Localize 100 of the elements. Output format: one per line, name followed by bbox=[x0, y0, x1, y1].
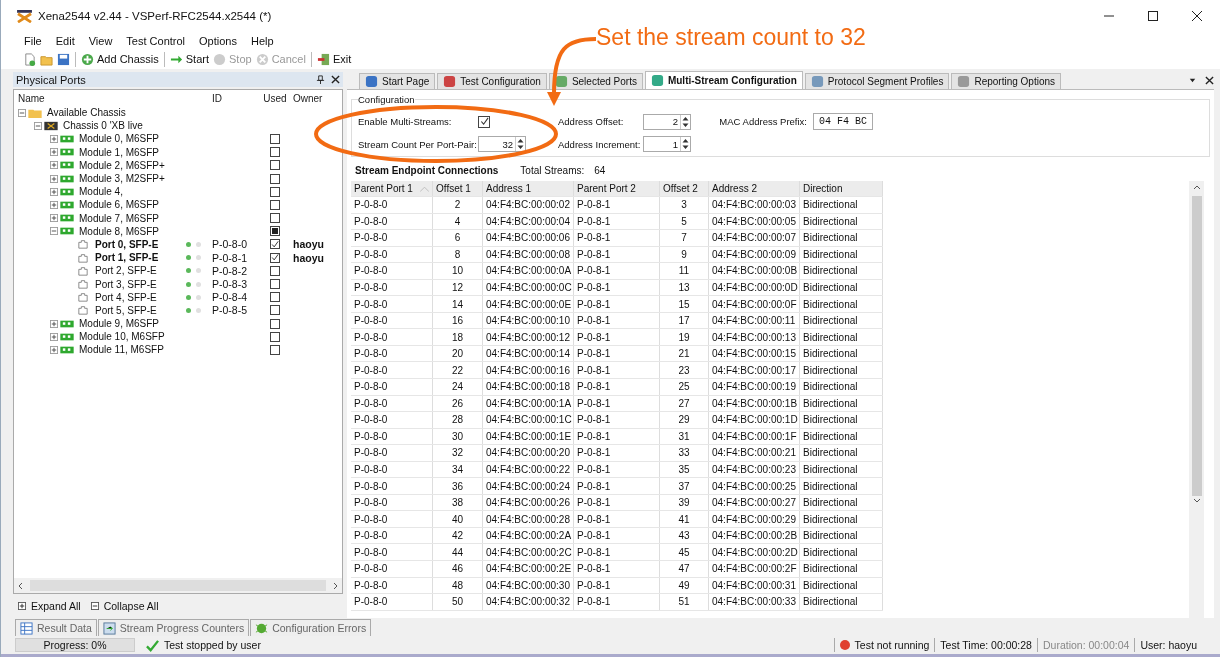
tree-item[interactable]: Port 3, SFP-E bbox=[95, 278, 157, 290]
expand-icon[interactable] bbox=[50, 161, 58, 170]
expand-icon[interactable] bbox=[50, 134, 58, 143]
tree-item[interactable]: Module 1, M6SFP bbox=[79, 146, 160, 158]
menu-item[interactable]: Test Control bbox=[126, 34, 186, 47]
spin-arrows-icon[interactable] bbox=[515, 137, 525, 151]
used-checkbox[interactable] bbox=[270, 305, 280, 316]
column-header[interactable]: Used bbox=[260, 92, 290, 104]
expand-icon[interactable] bbox=[50, 319, 58, 328]
collapse-icon[interactable] bbox=[18, 108, 26, 117]
expand-icon[interactable] bbox=[50, 214, 58, 223]
used-checkbox[interactable] bbox=[270, 344, 280, 355]
spin-arrows-icon[interactable] bbox=[680, 114, 690, 129]
used-checkbox[interactable] bbox=[270, 133, 280, 144]
column-header[interactable]: Parent Port 2 bbox=[574, 181, 660, 196]
tree-item[interactable]: Module 11, M6SFP bbox=[79, 344, 164, 356]
column-header[interactable]: Address 2 bbox=[709, 181, 800, 196]
expand-icon[interactable] bbox=[50, 148, 58, 157]
spin-field[interactable]: 32 bbox=[478, 136, 526, 152]
tab[interactable]: Reporting Options bbox=[951, 73, 1062, 89]
used-checkbox[interactable] bbox=[270, 318, 280, 329]
column-header[interactable]: Offset 2 bbox=[660, 181, 709, 196]
spin-arrows-icon[interactable] bbox=[680, 137, 690, 151]
menu-item[interactable]: Edit bbox=[55, 34, 75, 47]
column-header[interactable]: Address 1 bbox=[483, 181, 574, 196]
tree-item[interactable]: Module 0, M6SFP bbox=[79, 133, 160, 145]
toolbar-button[interactable]: Exit bbox=[316, 52, 352, 66]
tree-item[interactable]: Port 5, SFP-E bbox=[95, 304, 157, 316]
pin-icon[interactable] bbox=[316, 75, 325, 84]
dropdown-icon[interactable] bbox=[1188, 76, 1197, 85]
tab[interactable]: Result Data bbox=[15, 619, 97, 636]
tab[interactable]: Protocol Segment Profiles bbox=[804, 73, 950, 89]
tab[interactable]: Selected Ports bbox=[548, 73, 643, 89]
enable-checkbox[interactable] bbox=[478, 115, 490, 128]
horizontal-scrollbar[interactable] bbox=[14, 578, 342, 593]
expand-icon[interactable] bbox=[50, 332, 58, 341]
tree-item[interactable]: Module 9, M6SFP bbox=[79, 318, 160, 330]
tab[interactable]: Test Configuration bbox=[437, 73, 547, 89]
menu-item[interactable]: Options bbox=[199, 34, 237, 47]
tab[interactable]: Stream Progress Counters bbox=[97, 619, 250, 636]
tree-item[interactable]: Port 0, SFP-E bbox=[95, 238, 159, 250]
menu-item[interactable]: View bbox=[88, 34, 113, 47]
tree-item[interactable]: Module 7, M6SFP bbox=[79, 212, 160, 224]
tree-item[interactable]: Module 10, M6SFP bbox=[79, 331, 165, 343]
close-icon[interactable] bbox=[1205, 76, 1214, 85]
used-checkbox[interactable] bbox=[270, 226, 280, 237]
column-header[interactable]: Name bbox=[14, 92, 180, 104]
menu-item[interactable]: Help bbox=[251, 34, 274, 47]
column-header[interactable]: ID bbox=[210, 92, 260, 104]
toolbar-button[interactable]: Start bbox=[169, 52, 209, 66]
used-checkbox[interactable] bbox=[270, 252, 280, 263]
scroll-up-icon[interactable] bbox=[1192, 184, 1201, 192]
expand-icon[interactable] bbox=[50, 174, 58, 183]
mac-prefix-field[interactable]: 04 F4 BC bbox=[813, 113, 873, 130]
column-header[interactable]: Direction bbox=[800, 181, 883, 196]
scroll-right-icon[interactable] bbox=[331, 581, 339, 590]
tree-action-button[interactable]: Collapse All bbox=[90, 600, 159, 612]
used-checkbox[interactable] bbox=[270, 239, 280, 250]
tree-item[interactable]: Module 4, bbox=[79, 186, 123, 198]
expand-icon[interactable] bbox=[50, 187, 58, 196]
tree-item[interactable]: Module 8, M6SFP bbox=[79, 225, 160, 237]
scroll-down-icon[interactable] bbox=[1192, 496, 1201, 504]
tree-item[interactable]: Port 1, SFP-E bbox=[95, 252, 159, 264]
scroll-left-icon[interactable] bbox=[17, 581, 25, 590]
tab[interactable]: Multi-Stream Configuration bbox=[644, 71, 803, 89]
tree-item[interactable]: Port 4, SFP-E bbox=[95, 291, 157, 303]
column-header[interactable]: Offset 1 bbox=[433, 181, 483, 196]
expand-icon[interactable] bbox=[50, 345, 58, 354]
tree-item[interactable]: Port 2, SFP-E bbox=[95, 265, 157, 277]
vertical-scrollbar[interactable] bbox=[1189, 181, 1204, 618]
spin-field[interactable]: 1 bbox=[643, 136, 691, 152]
used-checkbox[interactable] bbox=[270, 147, 280, 158]
used-checkbox[interactable] bbox=[270, 213, 280, 224]
column-header[interactable]: Owner bbox=[290, 92, 342, 104]
collapse-icon[interactable] bbox=[34, 121, 42, 130]
expand-icon[interactable] bbox=[50, 200, 58, 209]
collapse-icon[interactable] bbox=[50, 227, 58, 236]
used-checkbox[interactable] bbox=[270, 186, 280, 197]
tree-action-button[interactable]: Expand All bbox=[18, 600, 81, 612]
used-checkbox[interactable] bbox=[270, 331, 280, 342]
menu-item[interactable]: File bbox=[24, 34, 42, 47]
new-file-icon[interactable] bbox=[23, 52, 36, 66]
used-checkbox[interactable] bbox=[270, 265, 280, 276]
used-checkbox[interactable] bbox=[270, 160, 280, 171]
maximize-icon[interactable] bbox=[1148, 11, 1158, 21]
used-checkbox[interactable] bbox=[270, 292, 280, 303]
tab[interactable]: Configuration Errors bbox=[250, 619, 372, 636]
used-checkbox[interactable] bbox=[270, 199, 280, 210]
used-checkbox[interactable] bbox=[270, 279, 280, 290]
tree-item[interactable]: Chassis 0 'XB live bbox=[63, 120, 143, 132]
tree-item[interactable]: Available Chassis bbox=[47, 107, 126, 119]
tree-item[interactable]: Module 6, M6SFP bbox=[79, 199, 160, 211]
save-icon[interactable] bbox=[57, 52, 70, 66]
close-icon[interactable] bbox=[331, 75, 340, 84]
column-header[interactable]: Parent Port 1 bbox=[351, 181, 433, 196]
tree-item[interactable]: Module 3, M2SFP+ bbox=[79, 173, 165, 185]
tree-item[interactable]: Module 2, M6SFP+ bbox=[79, 159, 165, 171]
close-icon[interactable] bbox=[1192, 11, 1202, 21]
spin-field[interactable]: 2 bbox=[643, 113, 691, 130]
used-checkbox[interactable] bbox=[270, 173, 280, 184]
